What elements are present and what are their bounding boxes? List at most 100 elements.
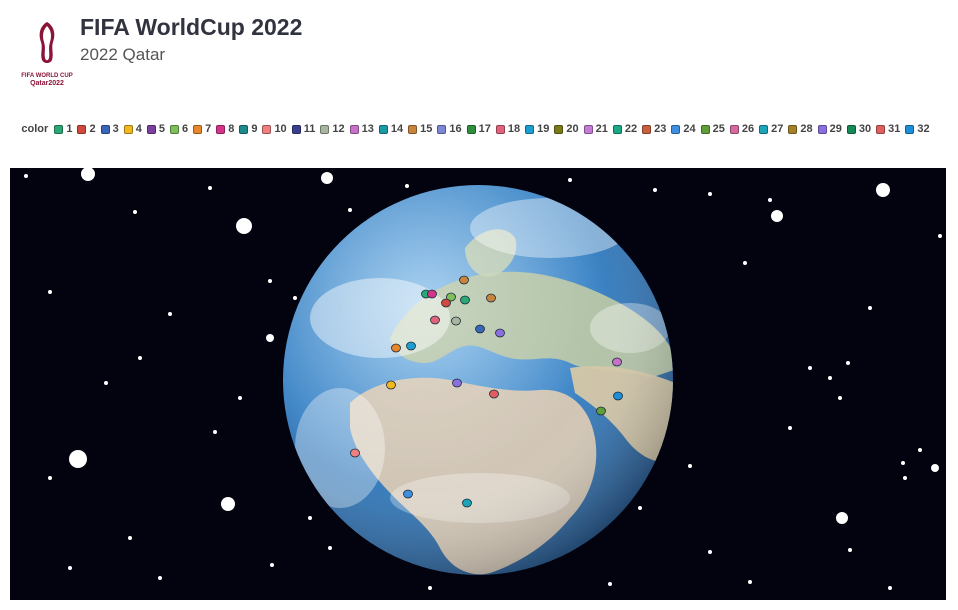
legend-item[interactable]: 18 (495, 121, 521, 138)
legend-item[interactable]: 22 (612, 121, 637, 138)
team-marker[interactable] (613, 391, 623, 401)
legend-label: 8 (228, 123, 235, 135)
legend-item[interactable]: 15 (408, 121, 432, 138)
legend-label: 26 (741, 123, 755, 135)
legend-item[interactable]: 16 (437, 121, 462, 138)
legend-item[interactable]: 9 (239, 121, 257, 138)
legend-item[interactable]: 5 (146, 121, 165, 138)
legend-item[interactable]: 21 (583, 121, 608, 138)
legend-item[interactable]: 3 (100, 121, 119, 138)
team-marker[interactable] (475, 324, 485, 334)
legend-label: 14 (390, 123, 404, 135)
legend-label: 20 (566, 123, 579, 135)
team-marker[interactable] (452, 378, 462, 388)
legend-swatch (291, 125, 301, 134)
legend-label: 28 (800, 123, 813, 135)
legend-item[interactable]: 28 (788, 121, 813, 138)
legend-item[interactable]: 24 (671, 121, 696, 138)
team-marker[interactable] (460, 295, 470, 305)
legend-label: 29 (829, 123, 842, 135)
globe-view[interactable] (10, 168, 946, 600)
legend-label: 19 (537, 123, 550, 135)
team-marker[interactable] (495, 328, 505, 338)
team-marker[interactable] (427, 289, 437, 299)
team-marker[interactable] (386, 380, 396, 390)
legend-item[interactable]: 11 (291, 121, 315, 138)
team-marker[interactable] (489, 389, 499, 399)
team-marker[interactable] (596, 406, 606, 416)
legend-swatch (729, 125, 739, 134)
team-marker[interactable] (462, 498, 472, 508)
star (688, 464, 692, 468)
legend-item[interactable]: 12 (320, 121, 345, 138)
team-marker[interactable] (406, 341, 416, 351)
star (838, 396, 842, 400)
team-marker[interactable] (441, 298, 451, 308)
legend-swatch (671, 125, 681, 134)
legend-swatch (123, 125, 133, 134)
legend-swatch (239, 125, 249, 134)
legend-label: 6 (181, 123, 189, 135)
legend-label: 18 (507, 123, 521, 135)
team-marker[interactable] (430, 315, 440, 325)
star (771, 210, 783, 222)
legend-item[interactable]: 30 (846, 121, 872, 138)
legend-label: 27 (771, 123, 784, 135)
legend-item[interactable]: 27 (759, 121, 783, 138)
legend-item[interactable]: 17 (466, 121, 491, 138)
legend-label: 30 (858, 123, 872, 135)
star (788, 426, 792, 430)
legend-label: 21 (595, 123, 608, 135)
star (221, 497, 235, 511)
legend-item[interactable]: 31 (876, 121, 900, 138)
star (568, 178, 572, 182)
team-marker[interactable] (391, 343, 401, 353)
legend-item[interactable]: 20 (554, 121, 579, 138)
star (270, 563, 274, 567)
legend-item[interactable]: 26 (729, 121, 755, 138)
star (836, 512, 848, 524)
legend-item[interactable]: 25 (700, 121, 725, 138)
legend-label: 7 (205, 123, 212, 135)
legend-swatch (169, 125, 179, 134)
legend-label: 1 (66, 123, 73, 135)
team-marker[interactable] (350, 448, 360, 458)
star (293, 296, 297, 300)
legend-label: 15 (420, 123, 433, 135)
legend-item[interactable]: 7 (193, 121, 211, 138)
team-marker[interactable] (486, 293, 496, 303)
legend-item[interactable]: 14 (378, 121, 404, 138)
legend-item[interactable]: 1 (54, 121, 72, 138)
legend-swatch (216, 125, 226, 134)
legend-item[interactable]: 32 (905, 121, 930, 138)
team-marker[interactable] (459, 275, 469, 285)
legend-item[interactable]: 29 (817, 121, 842, 138)
legend-title: color (21, 123, 49, 135)
star (69, 450, 87, 468)
legend-item[interactable]: 2 (77, 121, 96, 138)
globe-canvas[interactable] (10, 168, 946, 600)
legend-item[interactable]: 4 (123, 121, 142, 138)
legend-label: 3 (112, 123, 119, 135)
legend-swatch (408, 125, 418, 134)
legend-label: 2 (89, 123, 96, 135)
legend-item[interactable]: 23 (642, 121, 666, 138)
star (938, 234, 942, 238)
star (638, 506, 642, 510)
legend-item[interactable]: 6 (169, 121, 189, 138)
star (236, 218, 252, 234)
star (81, 168, 95, 181)
legend-swatch (759, 125, 769, 134)
team-marker[interactable] (612, 357, 622, 367)
team-marker[interactable] (403, 489, 413, 499)
star (208, 186, 212, 190)
legend-swatch (817, 125, 827, 134)
legend-item[interactable]: 13 (349, 121, 374, 138)
star (268, 279, 272, 283)
legend-item[interactable]: 19 (525, 121, 549, 138)
legend-item[interactable]: 10 (262, 121, 287, 138)
star (708, 550, 712, 554)
team-marker[interactable] (451, 316, 461, 326)
star (168, 312, 172, 316)
legend-item[interactable]: 8 (216, 121, 234, 138)
